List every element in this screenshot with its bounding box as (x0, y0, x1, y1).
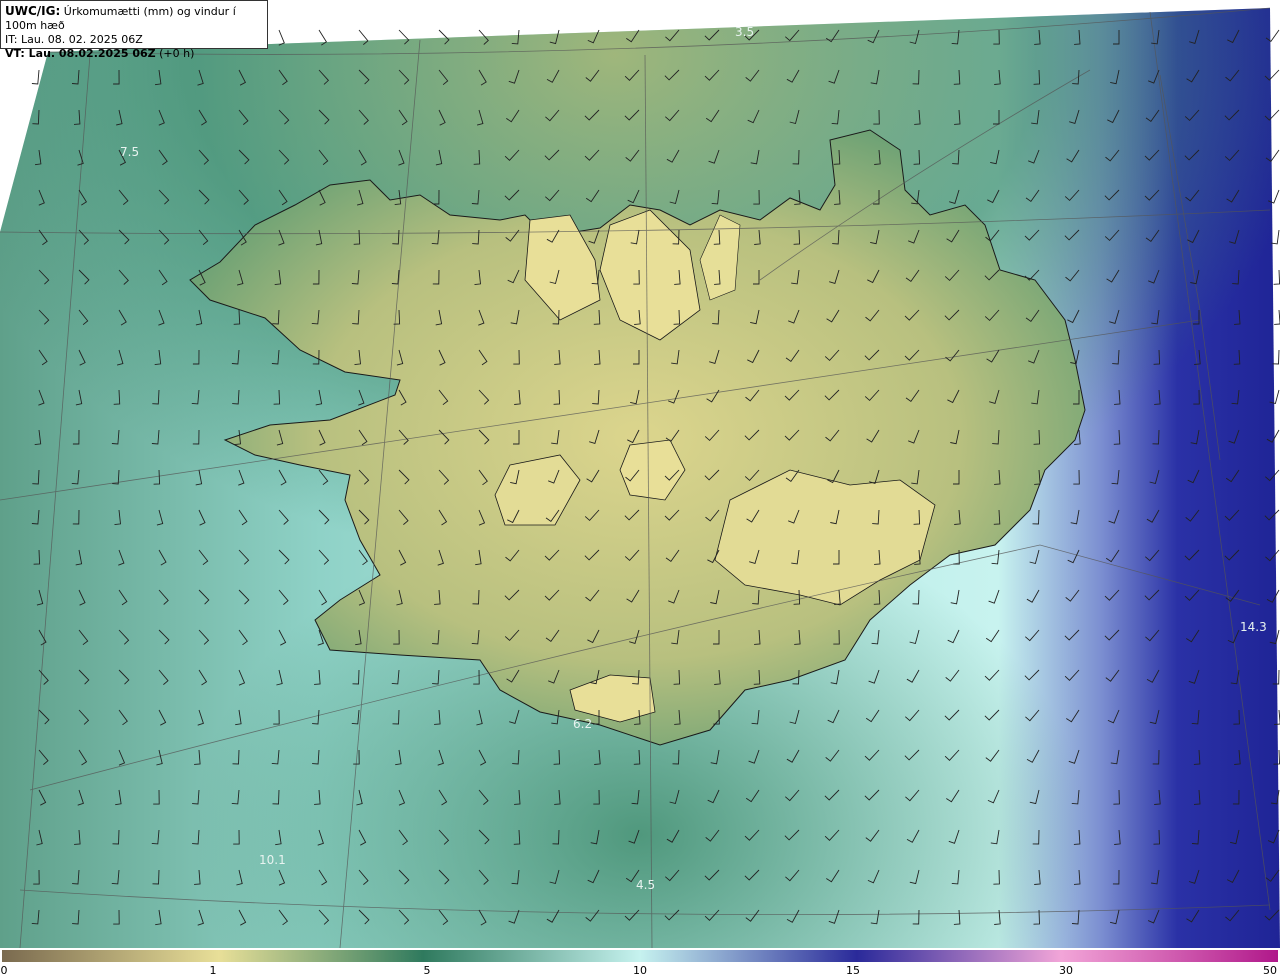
colorbar-gradient (2, 950, 1278, 962)
colorbar-tick: 30 (1059, 964, 1073, 977)
map-title-line: UWC/IG: Úrkomumætti (mm) og vindur í 100… (5, 4, 263, 33)
value-label-northwest: 7.5 (120, 145, 139, 159)
map-info-box: UWC/IG: Úrkomumætti (mm) og vindur í 100… (0, 0, 268, 60)
colorbar-tick: 1 (209, 964, 217, 977)
colorbar-tick: 10 (633, 964, 647, 977)
colorbar-tick: 50 (1263, 964, 1277, 977)
colorbar-tick: 5 (423, 964, 431, 977)
colorbar-tick: 15 (846, 964, 860, 977)
value-label-south-coast: 6.2 (573, 717, 592, 731)
value-label-south: 4.5 (636, 878, 655, 892)
valid-time-line: VT: Lau. 08.02.2025 06Z (+0 h) (5, 47, 263, 61)
value-label-east: 14.3 (1240, 620, 1267, 634)
product-code: UWC/IG: (5, 4, 61, 18)
weather-map: 3.5 7.5 14.3 6.2 4.5 10.1 UWC/IG: Úrkomu… (0, 0, 1280, 978)
colorbar-tick: 0 (0, 964, 8, 977)
issue-time: IT: Lau. 08. 02. 2025 06Z (5, 33, 143, 46)
valid-time: VT: Lau. 08.02.2025 06Z (5, 47, 156, 60)
value-label-southwest: 10.1 (259, 853, 286, 867)
colorbar-legend: 0 1 5 10 15 30 50 (0, 948, 1280, 978)
value-label-north: 3.5 (735, 25, 754, 39)
valid-offset: (+0 h) (159, 47, 195, 60)
precipitation-wind-map: 3.5 7.5 14.3 6.2 4.5 10.1 (0, 0, 1280, 948)
